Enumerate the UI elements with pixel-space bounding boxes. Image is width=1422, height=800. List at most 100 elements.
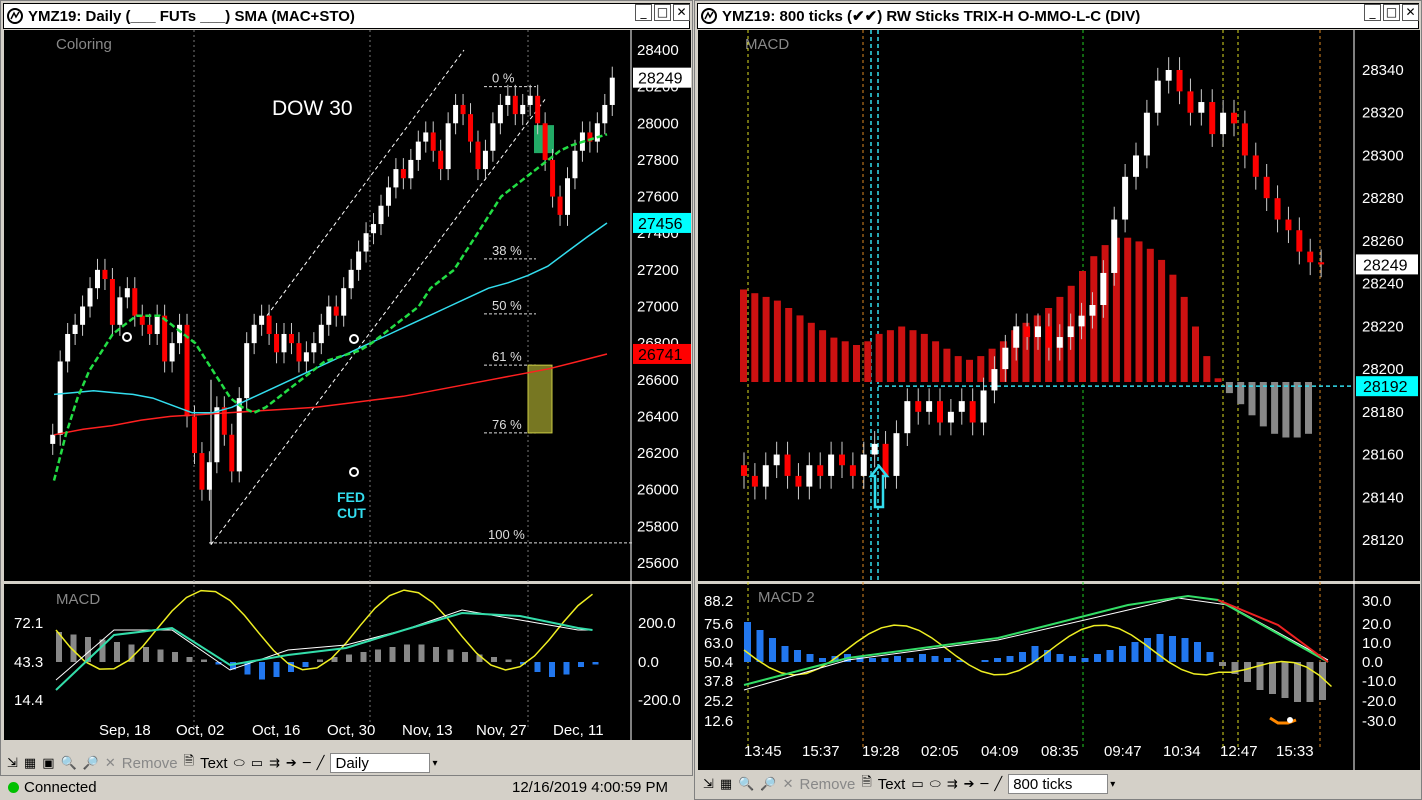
remove-button[interactable]: Remove [799, 776, 855, 793]
price-candle [191, 416, 197, 454]
remove-icon[interactable]: ✕ [105, 756, 116, 771]
price-tick-label: 25600 [637, 555, 679, 572]
macd2-right-tick: 10.0 [1362, 635, 1391, 652]
maximize-button[interactable]: □ [654, 4, 671, 21]
macd-line [55, 611, 593, 691]
macd2-histogram-bar [1206, 652, 1214, 662]
price-candle [1045, 326, 1052, 348]
close-button[interactable]: ✕ [1402, 4, 1419, 21]
save-icon[interactable]: ▣ [42, 756, 54, 771]
price-candle [318, 324, 324, 344]
price-tick-label: 28240 [1362, 276, 1404, 293]
price-candle [980, 390, 987, 423]
zoom-out-icon[interactable]: 🔎 [83, 756, 99, 771]
line-tool-icon[interactable]: ╱ [317, 756, 325, 771]
text-tool-icon[interactable]: 🗎 [184, 752, 194, 774]
right-title-bar[interactable]: YMZ19: 800 ticks (✔✔) RW Sticks TRIX-H O… [697, 3, 1419, 29]
macd-histogram-bar [1192, 326, 1199, 382]
macd2-histogram-bar [1056, 654, 1064, 662]
price-candle [1198, 102, 1205, 113]
macd-histogram-bar [389, 647, 396, 662]
price-tick-label: 28340 [1362, 62, 1404, 79]
date-tick-label: Oct, 02 [176, 722, 224, 739]
price-candle [773, 454, 780, 466]
zoom-in-icon[interactable]: 🔍 [738, 777, 754, 792]
cursor-tool-icon[interactable]: ⇲ [7, 756, 18, 771]
macd-signal-line [55, 609, 593, 681]
close-button[interactable]: ✕ [673, 4, 690, 21]
macd-histogram-bar [841, 341, 849, 382]
date-tick-label: Nov, 27 [476, 722, 527, 739]
price-candle [505, 95, 511, 105]
macd-right-tick: 200.0 [638, 615, 676, 632]
price-candle [1296, 230, 1303, 252]
chevron-down-icon[interactable]: ▾ [432, 758, 437, 769]
macd2-histogram-bar [1006, 656, 1014, 662]
signal-dot [349, 334, 359, 344]
fan-tool-icon[interactable]: ⇉ [947, 777, 958, 792]
rectangle-tool-icon[interactable]: ▭ [911, 777, 923, 792]
arrow-tool-icon[interactable]: ➔ [964, 777, 975, 792]
interval-select[interactable]: 800 ticks [1008, 774, 1109, 794]
rectangle-tool-icon[interactable]: ▭ [251, 756, 263, 771]
text-button[interactable]: Text [878, 776, 906, 793]
price-candle [72, 324, 78, 334]
price-tick-label: 28140 [1362, 489, 1404, 506]
price-candle [408, 159, 414, 179]
macd-histogram-bar [534, 662, 541, 672]
price-candle [236, 398, 242, 472]
fan-tool-icon[interactable]: ⇉ [269, 756, 280, 771]
macd-histogram-bar [404, 644, 410, 662]
ellipse-tool-icon[interactable]: ⬭ [234, 756, 245, 771]
macd-histogram-bar [433, 647, 439, 662]
macd-histogram-bar [762, 296, 770, 382]
text-tool-icon[interactable]: 🗎 [861, 773, 871, 795]
price-candle [915, 401, 922, 412]
macd-histogram-bar [143, 647, 149, 662]
text-button[interactable]: Text [200, 755, 228, 772]
trend-channel-line [266, 49, 465, 316]
price-candle [535, 95, 541, 124]
chevron-down-icon[interactable]: ▾ [1110, 779, 1115, 790]
price-candle [80, 306, 86, 325]
macd2-left-tick: 63.0 [704, 635, 733, 652]
price-candle [1078, 315, 1085, 327]
price-candle [363, 233, 369, 252]
hline-tool-icon[interactable]: ─ [981, 777, 989, 792]
coloring-label: Coloring [56, 36, 112, 53]
minimize-button[interactable]: _ [1364, 4, 1381, 21]
zoom-out-icon[interactable]: 🔎 [760, 777, 776, 792]
remove-icon[interactable]: ✕ [783, 777, 794, 792]
price-candle [57, 361, 63, 435]
interval-select[interactable]: Daily [330, 753, 431, 773]
table-icon[interactable]: ▦ [720, 777, 732, 792]
minimize-button[interactable]: _ [635, 4, 652, 21]
right-chart-area[interactable]: MACD 28340 28320 28300 28280 28260 28240 28220 2… [698, 30, 1420, 770]
price-candle [762, 465, 769, 487]
left-chart-area[interactable]: ColoringDOW 3028400282002800027800276002… [4, 30, 691, 740]
line-tool-icon[interactable]: ╱ [994, 777, 1002, 792]
price-candle [139, 315, 145, 325]
arrow-tool-icon[interactable]: ➔ [286, 756, 297, 771]
price-candle [274, 333, 280, 353]
left-title-bar[interactable]: YMZ19: Daily (___ FUTs ___) SMA (MAC+STO… [3, 3, 690, 29]
macd2-histogram-bar [1219, 662, 1226, 666]
price-candle [497, 104, 503, 124]
table-icon[interactable]: ▦ [24, 756, 36, 771]
macd2-histogram-bar [1194, 642, 1201, 662]
macd-left-tick: 72.1 [14, 615, 43, 632]
price-candle [169, 343, 175, 362]
cursor-tool-icon[interactable]: ⇲ [703, 777, 714, 792]
zoom-in-icon[interactable]: 🔍 [61, 756, 77, 771]
fib-level-label: 0 % [492, 71, 515, 86]
ellipse-tool-icon[interactable]: ⬭ [930, 777, 941, 792]
hline-tool-icon[interactable]: ─ [303, 756, 311, 771]
macd2-right-tick: -20.0 [1362, 693, 1396, 710]
macd-histogram-bar [592, 662, 599, 665]
fib-level-label: 76 % [492, 417, 522, 432]
price-candle [1154, 80, 1161, 113]
price-candle [1024, 326, 1031, 338]
remove-button[interactable]: Remove [122, 755, 178, 772]
price-candle [326, 306, 332, 325]
maximize-button[interactable]: □ [1383, 4, 1400, 21]
